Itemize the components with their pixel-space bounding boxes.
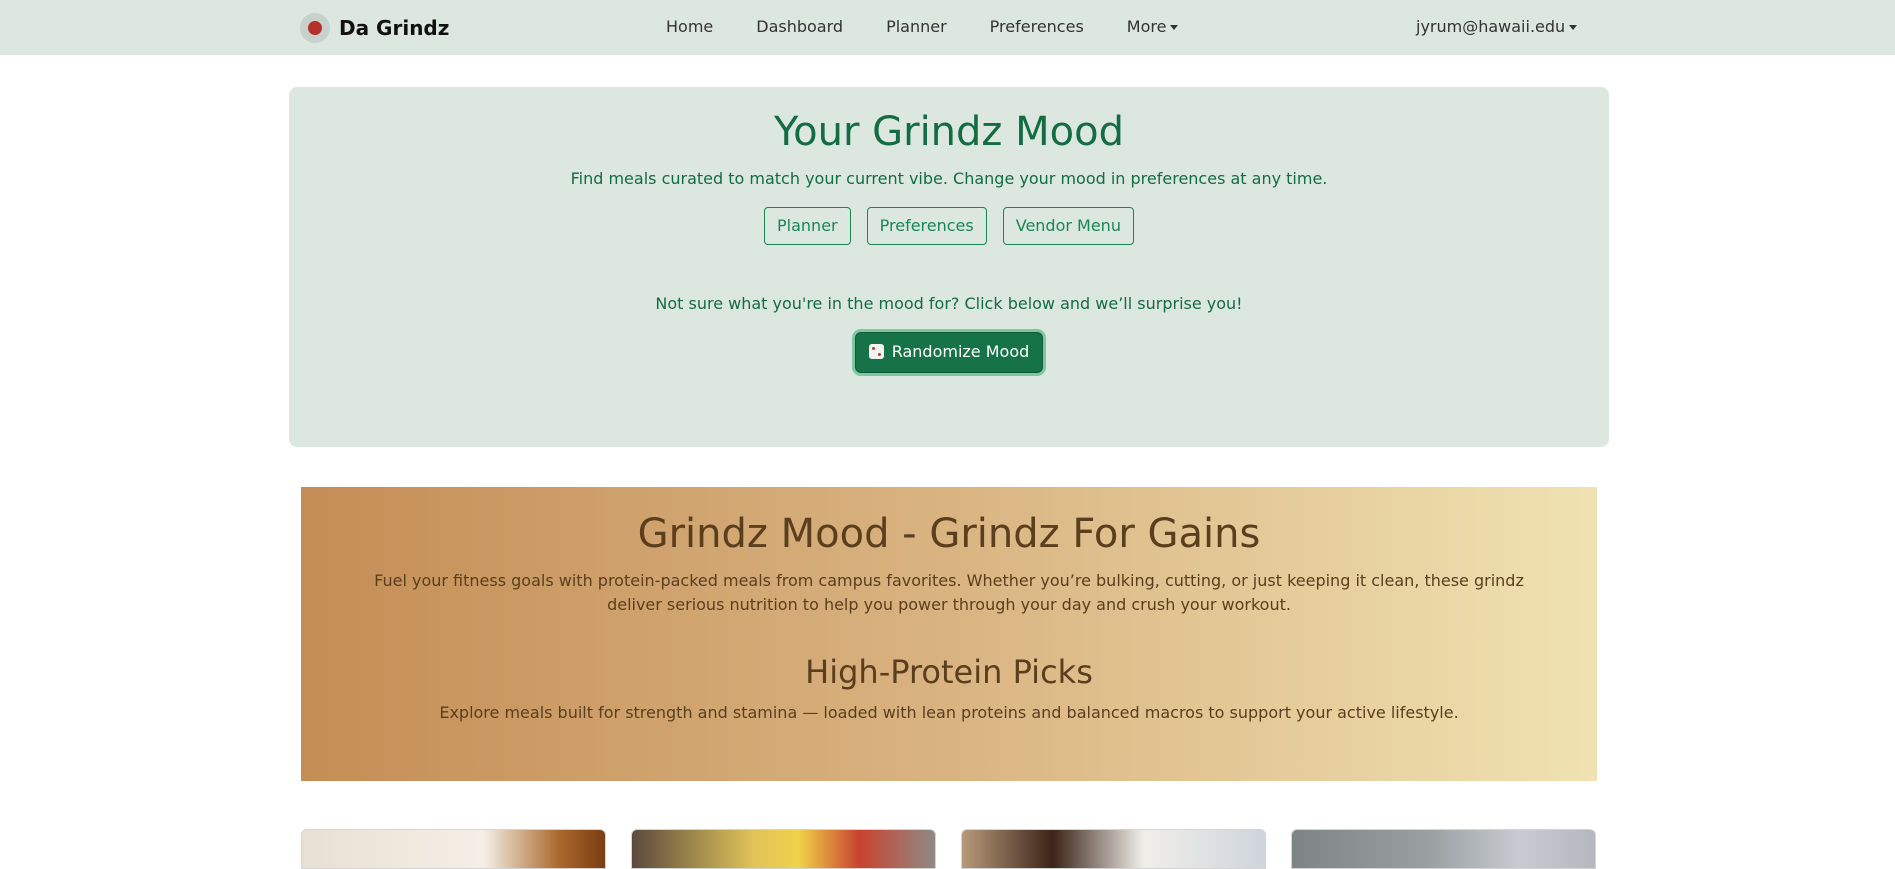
randomize-mood-button[interactable]: Randomize Mood	[855, 332, 1043, 373]
mood-title: Your Grindz Mood	[774, 109, 1124, 155]
nav-planner[interactable]: Planner	[886, 17, 947, 36]
nav-home[interactable]: Home	[666, 17, 713, 36]
nav-more-dropdown[interactable]: More	[1127, 17, 1179, 36]
user-email: jyrum@hawaii.edu	[1416, 17, 1566, 36]
gains-banner: Grindz Mood - Grindz For Gains Fuel your…	[301, 487, 1597, 781]
vendor-menu-button[interactable]: Vendor Menu	[1002, 207, 1134, 245]
gains-title: Grindz Mood - Grindz For Gains	[637, 511, 1261, 557]
protein-picks-description: Explore meals built for strength and sta…	[439, 703, 1459, 722]
nav-preferences[interactable]: Preferences	[990, 17, 1084, 36]
meal-card-image[interactable]	[301, 829, 606, 869]
mood-button-group: Planner Preferences Vendor Menu	[289, 207, 1609, 245]
randomize-label: Randomize Mood	[891, 342, 1030, 361]
dice-icon	[868, 344, 884, 359]
gains-description: Fuel your fitness goals with protein-pac…	[374, 571, 1524, 614]
logo-icon	[300, 13, 330, 43]
protein-picks-title: High-Protein Picks	[805, 653, 1093, 691]
surprise-text: Not sure what you're in the mood for? Cl…	[655, 294, 1243, 313]
caret-down-icon	[1170, 25, 1179, 30]
nav-more-label: More	[1126, 17, 1167, 36]
user-menu-dropdown[interactable]: jyrum@hawaii.edu	[1416, 17, 1578, 36]
brand-name: Da Grindz	[339, 16, 450, 40]
mood-subtitle: Find meals curated to match your current…	[570, 169, 1328, 188]
nav-dashboard[interactable]: Dashboard	[756, 17, 843, 36]
top-navbar: Da Grindz Home Dashboard Planner Prefere…	[0, 0, 1895, 55]
planner-button[interactable]: Planner	[764, 207, 851, 245]
meal-card-image[interactable]	[631, 829, 936, 869]
preferences-button[interactable]: Preferences	[866, 207, 987, 245]
meal-card-image[interactable]	[961, 829, 1266, 869]
nav-links: Home Dashboard Planner Preferences More	[666, 17, 1221, 36]
mood-panel: Your Grindz Mood Find meals curated to m…	[289, 87, 1609, 447]
brand-link[interactable]: Da Grindz	[300, 13, 449, 43]
meal-card-row	[301, 829, 1597, 869]
meal-card-image[interactable]	[1291, 829, 1596, 869]
caret-down-icon	[1569, 25, 1578, 30]
